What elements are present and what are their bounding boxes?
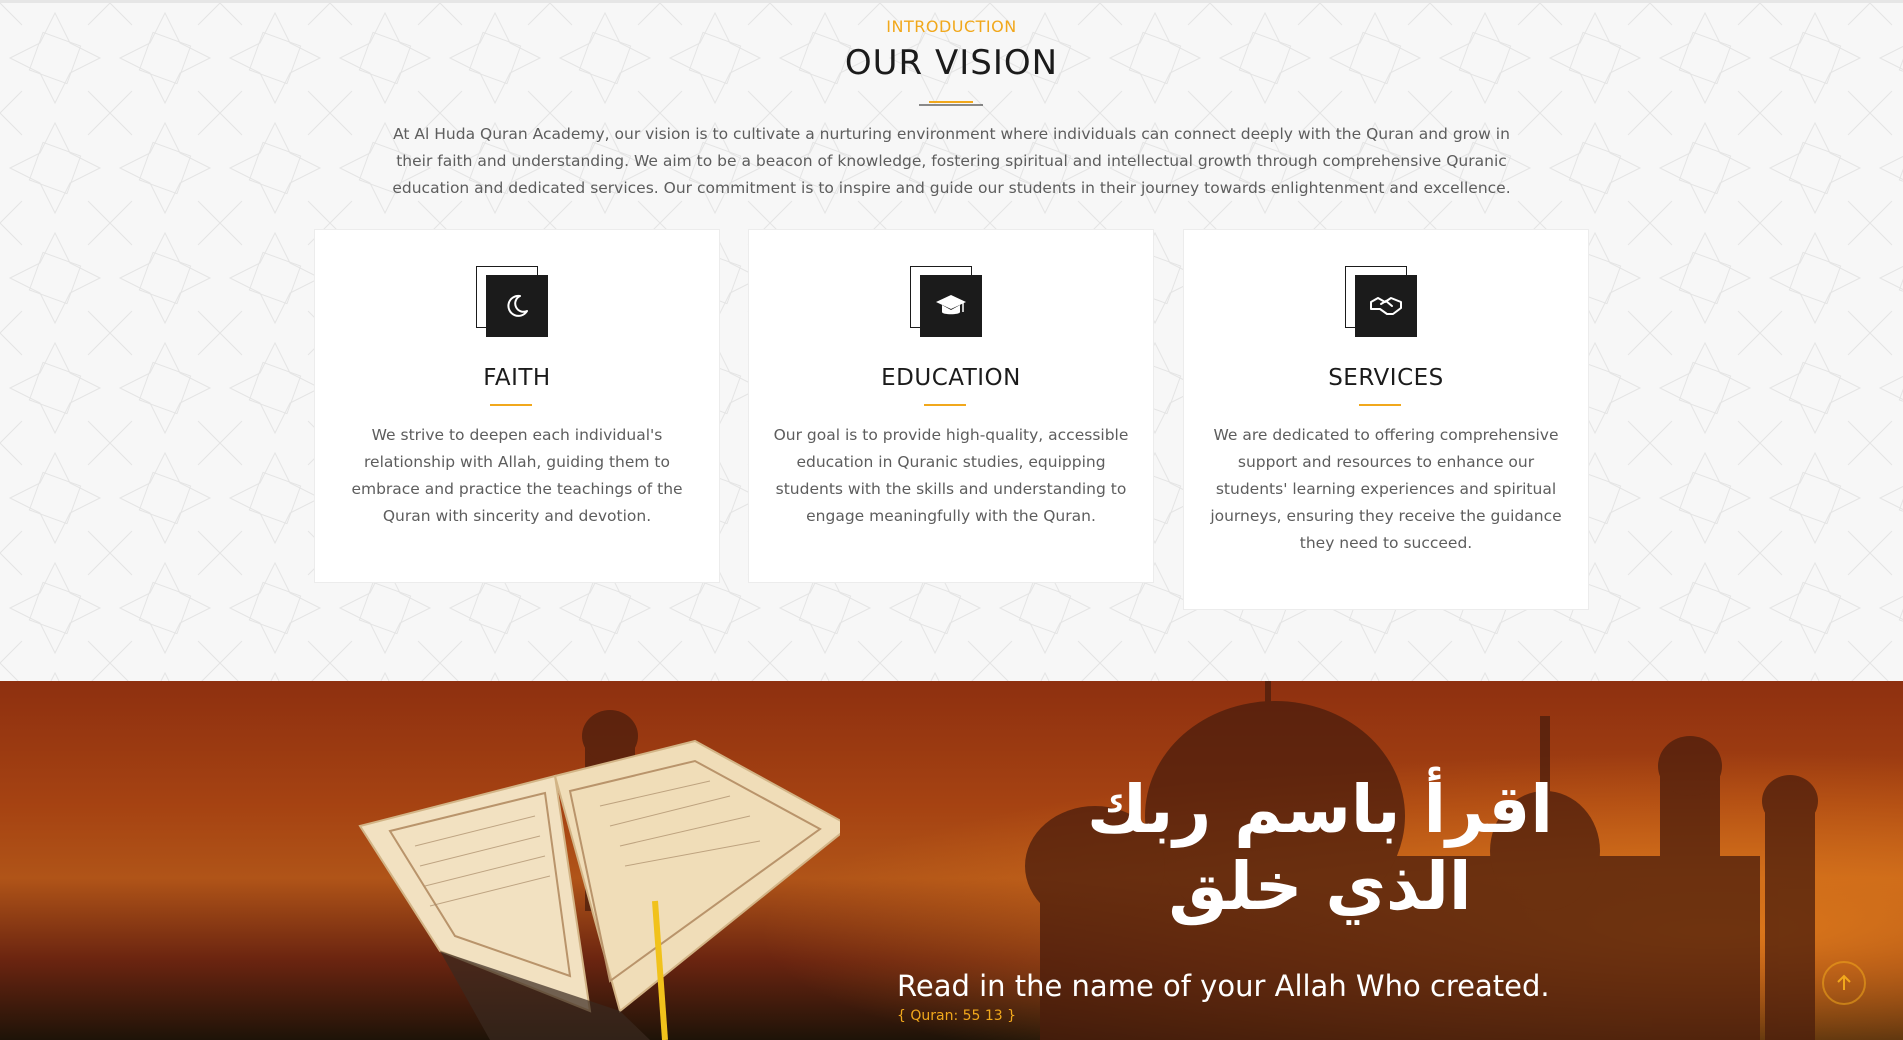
section-title: OUR VISION: [844, 43, 1059, 83]
card-title: FAITH: [483, 365, 551, 391]
card-title: SERVICES: [1328, 365, 1444, 391]
graduation-cap-icon: [936, 295, 966, 315]
arrow-up-icon: [1837, 974, 1851, 990]
card-text: We strive to deepen each individual's re…: [351, 426, 683, 525]
vision-section: INTRODUCTION OUR VISION At Al Huda Quran…: [0, 3, 1903, 681]
crescent-moon-icon: [507, 294, 528, 317]
card-text: Our goal is to provide high-quality, acc…: [773, 426, 1129, 525]
title-underline: [919, 101, 983, 106]
card-icon-wrapper: [910, 266, 984, 340]
card-text: We are dedicated to offering comprehensi…: [1210, 426, 1562, 552]
card-services: SERVICES We are dedicated to offering co…: [1183, 229, 1589, 610]
arabic-calligraphy: اقرأ باسم ربك الذي خلق: [1087, 771, 1553, 925]
card-icon-wrapper: [476, 266, 550, 340]
quote-reference: { Quran: 55 13 }: [897, 1008, 1017, 1024]
scroll-to-top-button[interactable]: [1822, 961, 1866, 1005]
card-faith: FAITH We strive to deepen each individua…: [314, 229, 720, 583]
handshake-icon: [1370, 297, 1402, 315]
card-accent-bar: [490, 404, 532, 406]
card-education: EDUCATION Our goal is to provide high-qu…: [748, 229, 1154, 583]
quran-banner: اقرأ باسم ربك الذي خلق Read in the name …: [0, 681, 1903, 1040]
banner-quote: Read in the name of your Allah Who creat…: [897, 969, 1550, 1003]
card-accent-bar: [924, 404, 966, 406]
open-quran-book-image: [358, 739, 840, 1040]
card-title: EDUCATION: [881, 365, 1021, 391]
card-icon-wrapper: [1345, 266, 1419, 340]
card-accent-bar: [1359, 404, 1401, 406]
section-eyebrow: INTRODUCTION: [886, 17, 1017, 36]
vision-description: At Al Huda Quran Academy, our vision is …: [392, 125, 1511, 197]
